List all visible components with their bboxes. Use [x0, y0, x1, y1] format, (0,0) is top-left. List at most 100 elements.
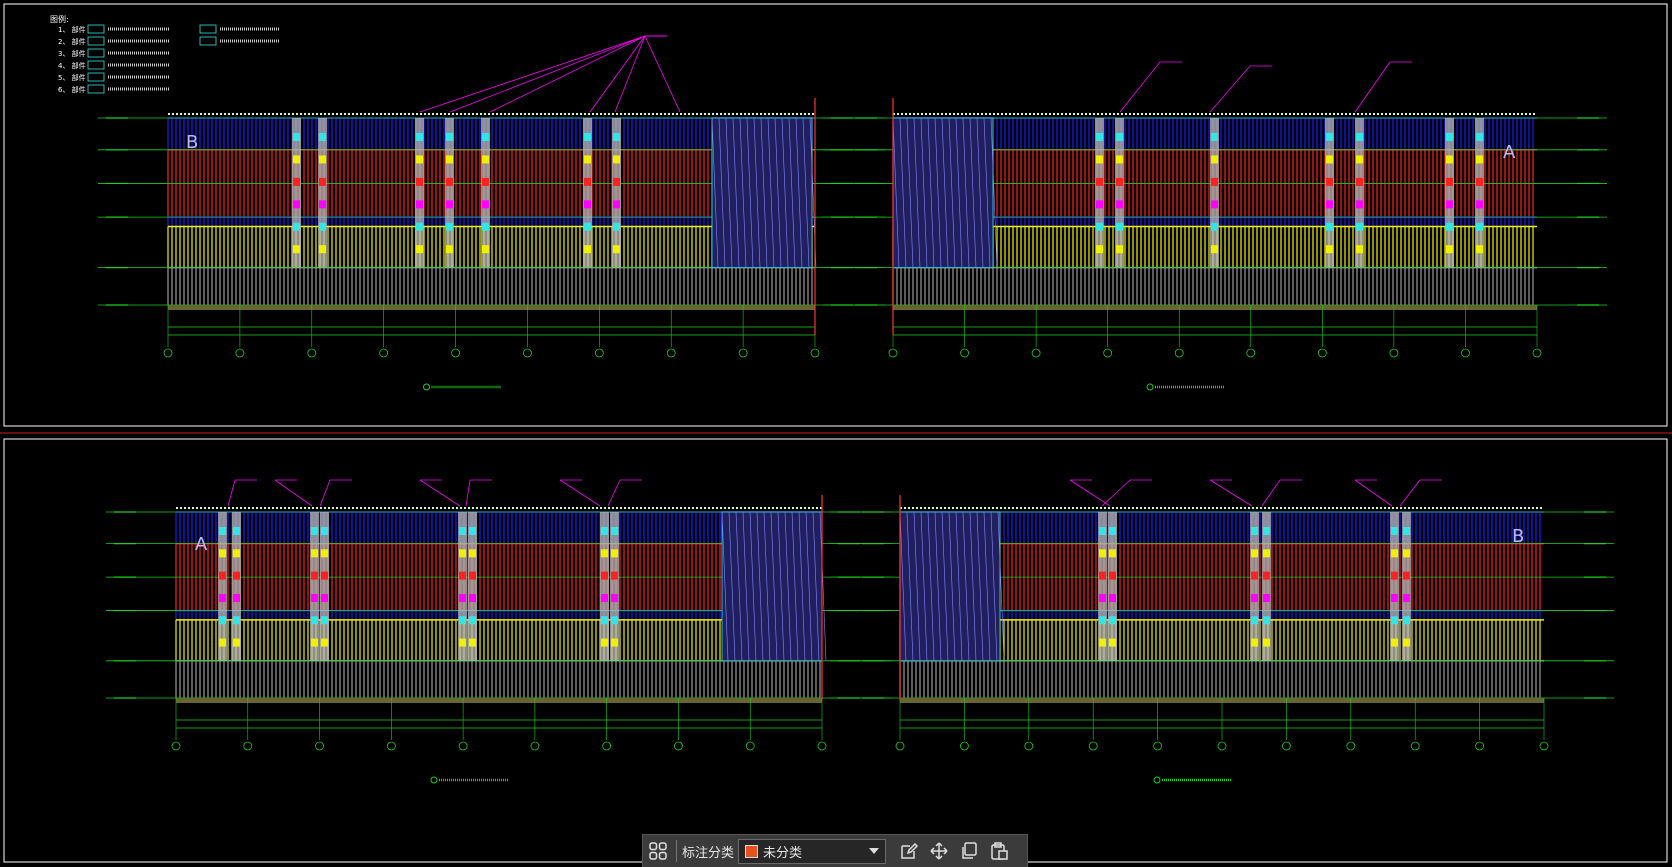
column-marker [469, 593, 476, 602]
callout-leader [1399, 479, 1421, 507]
column-marker [469, 638, 476, 647]
column-marker [601, 571, 608, 580]
legend-row-label: 1、 部件 [58, 25, 86, 34]
column-marker [1096, 177, 1103, 186]
column-marker [1096, 200, 1103, 209]
toolbar-separator [676, 840, 677, 862]
column-marker [1391, 616, 1398, 625]
column-marker [1263, 593, 1270, 602]
column-marker [1109, 616, 1116, 625]
category-select-value: 未分类 [763, 845, 803, 861]
axis-bubble [738, 348, 748, 358]
column-marker [1116, 222, 1123, 231]
axis-bubble [1389, 348, 1399, 358]
copy-button[interactable] [954, 837, 984, 865]
column-marker [611, 593, 618, 602]
axis-bubble [1475, 741, 1484, 751]
column-marker [482, 155, 489, 164]
caption-marker [423, 383, 430, 391]
callout-leader [1261, 479, 1281, 507]
column-marker [1476, 133, 1483, 141]
legend-swatch [199, 36, 217, 46]
category-select[interactable]: 未分类 [738, 838, 887, 864]
callout-leader [607, 479, 621, 507]
column-marker [1211, 155, 1218, 164]
column-marker [459, 638, 466, 647]
column-marker [1263, 527, 1270, 535]
column-marker [1326, 222, 1333, 231]
column-marker [1251, 549, 1258, 558]
callout-leader [1101, 479, 1131, 507]
column-marker [1116, 200, 1123, 209]
caption-marker [1153, 776, 1161, 784]
column-marker [584, 245, 591, 254]
column-marker [1099, 549, 1106, 558]
column-marker [1391, 593, 1398, 602]
callout-leader [614, 35, 646, 113]
grid-icon-button[interactable] [643, 837, 673, 865]
zone-label-b-lower: B [1512, 526, 1524, 547]
column-marker [1326, 155, 1333, 164]
legend-swatch [199, 24, 217, 34]
column-marker [1403, 616, 1410, 625]
column-marker [446, 200, 453, 209]
column-marker [321, 593, 328, 602]
column-marker [1211, 200, 1218, 209]
callout-leader [1119, 61, 1161, 113]
axis-bubble [810, 348, 820, 358]
column-marker [1446, 245, 1453, 254]
axis-bubble [458, 741, 468, 751]
callout-leader [419, 35, 646, 113]
axis-bubble [1103, 348, 1113, 358]
column-marker [1211, 245, 1218, 254]
caption-marker [1146, 383, 1154, 391]
column-marker [319, 133, 326, 141]
column-marker [613, 200, 620, 209]
column-marker [613, 155, 620, 164]
move-button[interactable] [924, 837, 954, 865]
column-marker [584, 133, 591, 141]
column-marker [459, 549, 466, 558]
column-marker [613, 222, 620, 231]
column-marker [469, 527, 476, 535]
column-marker [416, 222, 423, 231]
callout-leader [559, 479, 601, 507]
column-marker [1476, 222, 1483, 231]
edit-icon [901, 842, 919, 859]
column-marker [1116, 155, 1123, 164]
column-marker [293, 155, 300, 164]
axis-bubble [1174, 348, 1184, 358]
column-marker [613, 133, 620, 141]
axis-bubble [386, 741, 396, 751]
column-marker [446, 155, 453, 164]
callout-leader [489, 35, 646, 113]
column-marker [219, 593, 226, 602]
callout-leader [449, 35, 646, 113]
paste-button[interactable] [984, 837, 1014, 865]
legend-swatch [87, 36, 105, 46]
column-marker [1211, 133, 1218, 141]
column-marker [1263, 571, 1270, 580]
axis-bubble [1461, 348, 1470, 358]
legend-swatch [87, 72, 105, 82]
column-marker [1251, 616, 1258, 625]
column-marker [611, 571, 618, 580]
column-marker [611, 638, 618, 647]
callout-leader [227, 479, 236, 507]
callout-leader [319, 479, 331, 507]
elevation-panel [823, 61, 1607, 391]
column-marker [219, 638, 226, 647]
axis-bubble [817, 741, 827, 751]
cad-drawing-canvas[interactable]: 图例: 1、 部件 2、 部件 3、 部件 4、 部件 5、 部件 6、 部件 B A A… [0, 0, 1672, 867]
axis-bubble [163, 348, 173, 358]
column-marker [459, 593, 466, 602]
column-marker [233, 549, 240, 558]
callout-leader [1069, 479, 1111, 507]
column-marker [1109, 549, 1116, 558]
edit-button[interactable] [894, 837, 924, 865]
axis-bubble [1217, 741, 1227, 751]
column-marker [446, 245, 453, 254]
column-marker [311, 616, 318, 625]
callout-leader [1209, 479, 1253, 507]
column-marker [321, 527, 328, 535]
